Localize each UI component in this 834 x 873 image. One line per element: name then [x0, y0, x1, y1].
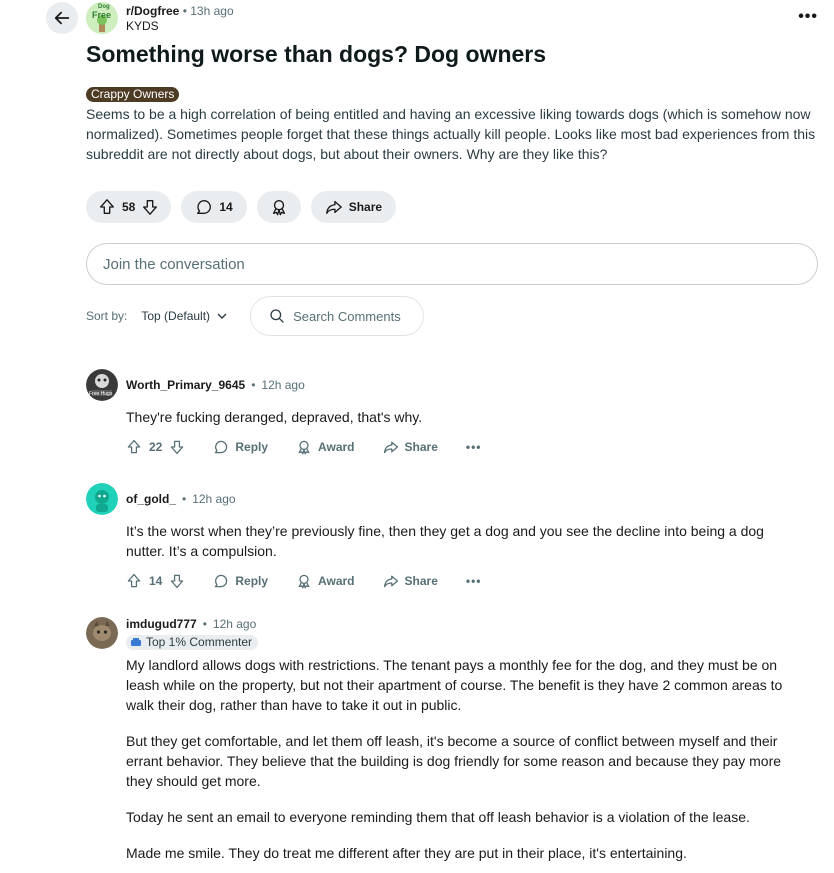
search-comments-placeholder: Search Comments: [293, 308, 401, 324]
post-flair[interactable]: Crappy Owners: [86, 87, 180, 102]
comment-body: My landlord allows dogs with restriction…: [126, 655, 786, 873]
meta-separator: •: [251, 378, 256, 392]
subreddit-avatar-label: Free: [92, 10, 112, 20]
reply-button[interactable]: Reply: [213, 573, 268, 589]
comment-author[interactable]: of_gold_: [126, 492, 176, 507]
reply-button[interactable]: Reply: [213, 439, 268, 455]
comment-icon: [215, 574, 228, 588]
post-vote-count: 58: [122, 200, 136, 214]
share-button[interactable]: Share: [383, 573, 438, 589]
subreddit-link[interactable]: r/Dogfree: [126, 4, 179, 18]
award-button[interactable]: [256, 191, 301, 223]
trophy-icon: [131, 637, 141, 646]
meta-separator: •: [182, 4, 187, 18]
comments-button[interactable]: 14: [181, 191, 247, 223]
comment-actions: 14 Reply Award Share •••: [126, 573, 481, 589]
snoo-avatar-icon: [86, 483, 118, 515]
comment-paragraph: My landlord allows dogs with restriction…: [126, 657, 783, 713]
post-actions: 58 14 Share: [86, 191, 397, 223]
share-icon: [325, 200, 342, 214]
share-label: Share: [404, 440, 438, 454]
share-label: Share: [348, 200, 383, 214]
avatar[interactable]: [86, 617, 118, 649]
award-icon: [298, 440, 310, 455]
comment-paragraph: It’s the worst when they’re previously f…: [126, 523, 764, 559]
comment-more-button[interactable]: •••: [466, 574, 482, 588]
comment-age: 12h ago: [192, 492, 236, 506]
post-title: Something worse than dogs? Dog owners: [86, 41, 547, 67]
comment-author[interactable]: Worth_Primary_9645: [126, 378, 245, 393]
upvote-icon[interactable]: [126, 439, 142, 455]
comment: imdugud777 • 12h ago Top 1% Commenter My…: [86, 617, 826, 873]
avatar[interactable]: [86, 483, 118, 515]
sort-value: Top (Default): [141, 309, 211, 323]
avatar-caption: Free Hugs: [89, 391, 113, 397]
cat-avatar-icon: [86, 617, 118, 649]
comment-paragraph: They're fucking deranged, depraved, that…: [126, 409, 423, 425]
downvote-icon[interactable]: [169, 439, 185, 455]
chevron-down-icon: [217, 313, 227, 319]
post-comment-count: 14: [219, 200, 233, 214]
meta-separator: •: [202, 617, 207, 631]
avatar[interactable]: Free Hugs: [86, 369, 118, 401]
join-conversation-input[interactable]: Join the conversation: [86, 243, 818, 285]
arrow-left-icon: [54, 11, 70, 25]
share-button[interactable]: Share: [310, 191, 397, 223]
share-icon: [383, 441, 398, 454]
meta-separator: •: [182, 492, 187, 506]
award-label: Award: [318, 574, 355, 588]
search-icon: [270, 309, 284, 323]
reply-label: Reply: [235, 574, 269, 588]
top-commenter-badge: Top 1% Commenter: [126, 635, 259, 650]
comment-vote-count: 22: [149, 440, 163, 454]
comment-age: 12h ago: [212, 617, 257, 631]
comment-vote-count: 14: [149, 574, 163, 588]
comment: Free Hugs Worth_Primary_9645 • 12h ago T…: [86, 369, 826, 469]
award-icon: [298, 574, 310, 589]
comment-body: It’s the worst when they’re previously f…: [126, 521, 786, 577]
downvote-icon[interactable]: [141, 198, 159, 216]
vote-pill: 58: [86, 191, 172, 223]
comment-icon: [215, 440, 228, 454]
post-author[interactable]: KYDS: [126, 19, 234, 33]
comment-paragraph: But they get comfortable, and let them o…: [126, 733, 782, 789]
badge-label: Top 1% Commenter: [146, 635, 253, 649]
subreddit-avatar[interactable]: Dog Free: [86, 2, 118, 34]
comment-icon: [197, 200, 212, 214]
downvote-icon[interactable]: [169, 573, 185, 589]
comment-age: 12h ago: [261, 378, 305, 392]
award-button[interactable]: Award: [296, 439, 355, 455]
comment-vote: 14: [126, 573, 185, 589]
comment-paragraph: Today he sent an email to everyone remin…: [126, 809, 750, 825]
post-meta: r/Dogfree • 13h ago KYDS: [126, 4, 234, 33]
share-label: Share: [404, 574, 438, 588]
sort-dropdown[interactable]: Top (Default): [141, 309, 228, 323]
share-button[interactable]: Share: [383, 439, 438, 455]
comment-author[interactable]: imdugud777: [126, 617, 197, 632]
comment-paragraph: Made me smile. They do treat me differen…: [126, 845, 687, 861]
search-comments-input[interactable]: Search Comments: [250, 296, 424, 336]
sort-label: Sort by:: [86, 309, 128, 323]
comment-more-button[interactable]: •••: [466, 440, 482, 454]
comment: of_gold_ • 12h ago It’s the worst when t…: [86, 483, 826, 593]
comment-actions: 22 Reply Award Share •••: [126, 439, 481, 455]
comment-sort-bar: Sort by: Top (Default) Search Comments: [86, 296, 424, 336]
back-button[interactable]: [46, 2, 78, 34]
share-icon: [383, 575, 398, 588]
award-label: Award: [318, 440, 355, 454]
upvote-icon[interactable]: [126, 573, 142, 589]
comment-header: of_gold_ • 12h ago: [126, 492, 236, 507]
reply-label: Reply: [235, 440, 269, 454]
award-button[interactable]: Award: [296, 573, 355, 589]
post-body: Seems to be a high correlation of being …: [86, 106, 816, 162]
comment-body: They're fucking deranged, depraved, that…: [126, 407, 786, 443]
award-icon: [272, 200, 285, 216]
comment-vote: 22: [126, 439, 185, 455]
more-options-button[interactable]: •••: [798, 8, 818, 26]
comment-header: imdugud777 • 12h ago: [126, 617, 256, 632]
upvote-icon[interactable]: [98, 198, 116, 216]
comment-header: Worth_Primary_9645 • 12h ago: [126, 378, 305, 393]
post-age: 13h ago: [190, 4, 234, 18]
